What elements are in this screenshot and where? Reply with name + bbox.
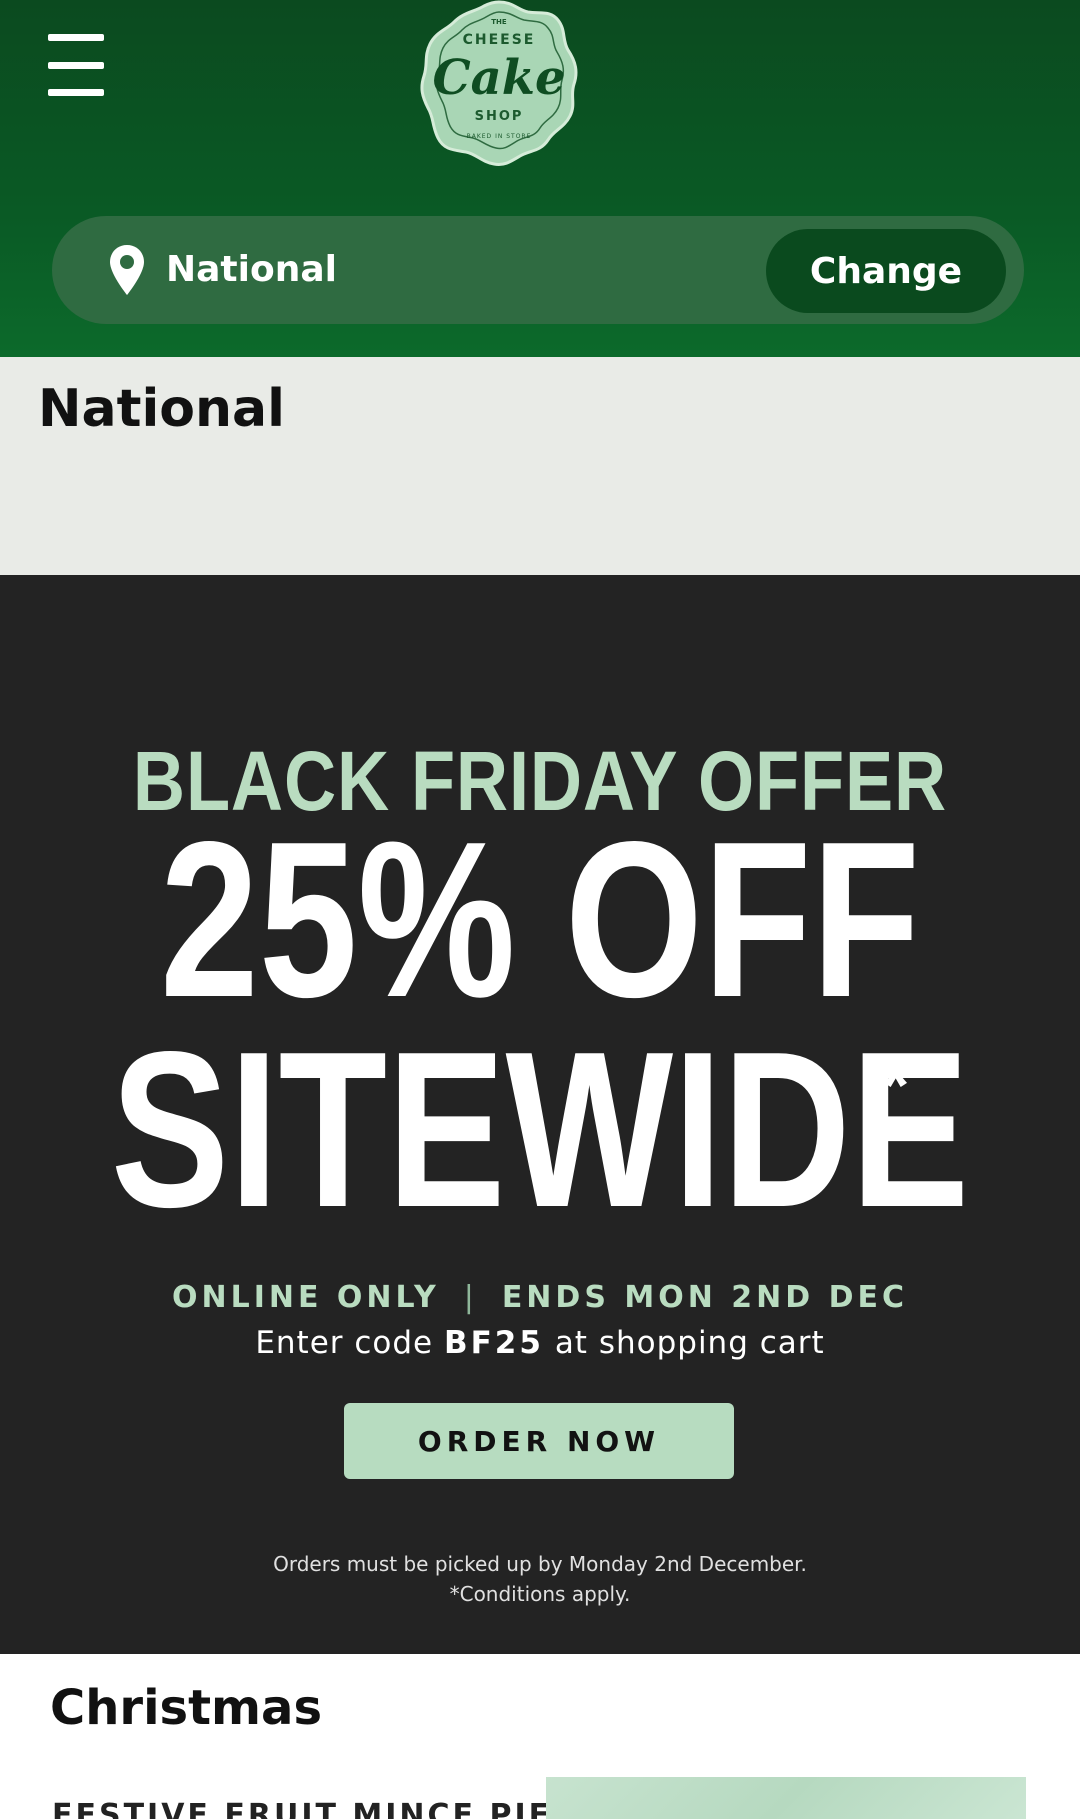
location-section: National: [0, 357, 1080, 575]
promo-meta: ONLINE ONLY | ENDS MON 2ND DEC: [0, 1280, 1080, 1315]
order-now-button[interactable]: ORDER NOW: [344, 1403, 734, 1479]
current-location-label: National: [166, 249, 337, 290]
promo-end-date: ENDS MON 2ND DEC: [501, 1280, 909, 1315]
promo-online-only: ONLINE ONLY: [171, 1280, 440, 1315]
cheesecake-shop-logo[interactable]: THE CHEESE Cake SHOP BAKED IN STORE: [418, 0, 580, 168]
location-selector[interactable]: National Change: [52, 216, 1024, 324]
promo-asterisk: *: [882, 1046, 910, 1124]
promo-pickup-note: Orders must be picked up by Monday 2nd D…: [273, 1552, 807, 1576]
svg-text:BAKED IN STORE: BAKED IN STORE: [467, 133, 532, 140]
promo-code-prefix: Enter code: [255, 1325, 434, 1361]
promo-conditions-note: *Conditions apply.: [449, 1582, 631, 1606]
promo-headline-discount: 25% OFF: [160, 796, 920, 1044]
svg-text:Cake: Cake: [432, 50, 565, 106]
black-friday-banner[interactable]: BLACK FRIDAY OFFER 25% OFF SITEWIDE * ON…: [0, 575, 1080, 1654]
svg-text:CHEESE: CHEESE: [463, 32, 536, 48]
promo-headline-sitewide: SITEWIDE: [110, 1006, 970, 1254]
svg-text:SHOP: SHOP: [475, 109, 524, 124]
svg-text:THE: THE: [491, 18, 507, 26]
promo-code-text: Enter code BF25 at shopping cart: [0, 1325, 1080, 1361]
location-pin-icon: [110, 245, 144, 295]
product-card-image[interactable]: [546, 1777, 1026, 1819]
change-location-button[interactable]: Change: [766, 229, 1006, 313]
hamburger-menu-icon[interactable]: [48, 34, 104, 96]
promo-code-suffix: at shopping cart: [554, 1325, 825, 1361]
product-card-title[interactable]: FESTIVE FRUIT MINCE PIE: [52, 1798, 552, 1819]
christmas-section-title: Christmas: [50, 1680, 323, 1736]
page: THE CHEESE Cake SHOP BAKED IN STORE Nati…: [0, 0, 1080, 1819]
site-header: THE CHEESE Cake SHOP BAKED IN STORE Nati…: [0, 0, 1080, 357]
promo-meta-separator: |: [463, 1280, 478, 1315]
promo-code: BF25: [444, 1325, 544, 1361]
promo-note: Orders must be picked up by Monday 2nd D…: [0, 1549, 1080, 1609]
location-title: National: [38, 379, 285, 439]
